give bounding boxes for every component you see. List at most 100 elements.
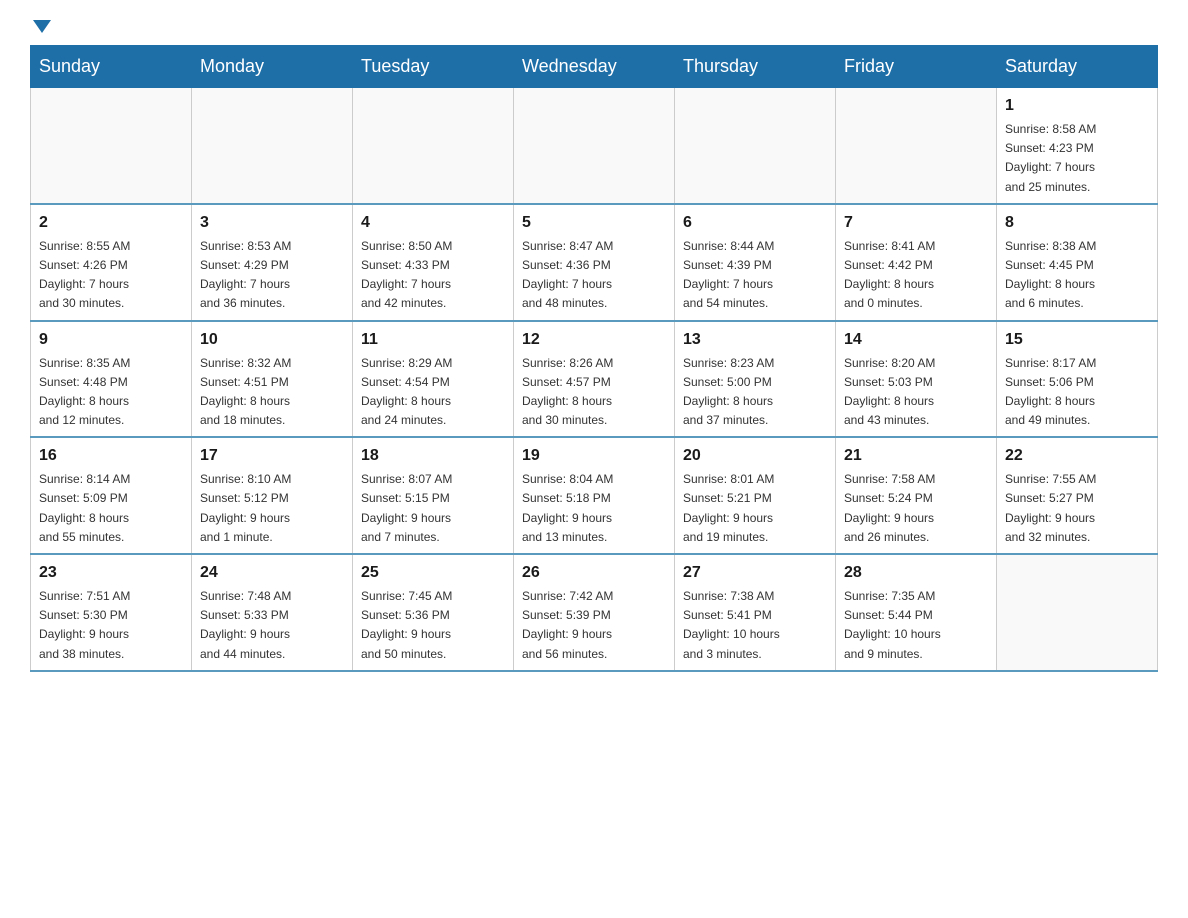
day-number: 7	[844, 211, 988, 235]
calendar-cell	[353, 88, 514, 204]
calendar-table: Sunday Monday Tuesday Wednesday Thursday…	[30, 45, 1158, 672]
header-monday: Monday	[192, 46, 353, 88]
logo	[30, 20, 51, 35]
day-info: Sunrise: 8:10 AM Sunset: 5:12 PM Dayligh…	[200, 470, 344, 547]
calendar-cell: 23Sunrise: 7:51 AM Sunset: 5:30 PM Dayli…	[31, 554, 192, 671]
day-number: 22	[1005, 444, 1149, 468]
calendar-cell	[836, 88, 997, 204]
day-number: 10	[200, 328, 344, 352]
calendar-cell: 19Sunrise: 8:04 AM Sunset: 5:18 PM Dayli…	[514, 437, 675, 554]
day-info: Sunrise: 8:01 AM Sunset: 5:21 PM Dayligh…	[683, 470, 827, 547]
calendar-cell	[997, 554, 1158, 671]
day-info: Sunrise: 8:53 AM Sunset: 4:29 PM Dayligh…	[200, 237, 344, 314]
day-info: Sunrise: 8:23 AM Sunset: 5:00 PM Dayligh…	[683, 354, 827, 431]
day-info: Sunrise: 8:32 AM Sunset: 4:51 PM Dayligh…	[200, 354, 344, 431]
day-number: 1	[1005, 94, 1149, 118]
calendar-cell: 1Sunrise: 8:58 AM Sunset: 4:23 PM Daylig…	[997, 88, 1158, 204]
calendar-cell: 15Sunrise: 8:17 AM Sunset: 5:06 PM Dayli…	[997, 321, 1158, 438]
day-info: Sunrise: 7:38 AM Sunset: 5:41 PM Dayligh…	[683, 587, 827, 664]
day-number: 6	[683, 211, 827, 235]
day-number: 3	[200, 211, 344, 235]
day-number: 4	[361, 211, 505, 235]
calendar-cell	[675, 88, 836, 204]
header-tuesday: Tuesday	[353, 46, 514, 88]
day-info: Sunrise: 8:14 AM Sunset: 5:09 PM Dayligh…	[39, 470, 183, 547]
logo-triangle-icon	[33, 20, 51, 33]
calendar-cell: 24Sunrise: 7:48 AM Sunset: 5:33 PM Dayli…	[192, 554, 353, 671]
header-wednesday: Wednesday	[514, 46, 675, 88]
calendar-cell: 6Sunrise: 8:44 AM Sunset: 4:39 PM Daylig…	[675, 204, 836, 321]
day-number: 28	[844, 561, 988, 585]
day-number: 18	[361, 444, 505, 468]
day-info: Sunrise: 8:55 AM Sunset: 4:26 PM Dayligh…	[39, 237, 183, 314]
calendar-cell: 13Sunrise: 8:23 AM Sunset: 5:00 PM Dayli…	[675, 321, 836, 438]
header-friday: Friday	[836, 46, 997, 88]
calendar-cell: 11Sunrise: 8:29 AM Sunset: 4:54 PM Dayli…	[353, 321, 514, 438]
calendar-week-row: 16Sunrise: 8:14 AM Sunset: 5:09 PM Dayli…	[31, 437, 1158, 554]
header-thursday: Thursday	[675, 46, 836, 88]
calendar-cell: 9Sunrise: 8:35 AM Sunset: 4:48 PM Daylig…	[31, 321, 192, 438]
day-number: 23	[39, 561, 183, 585]
day-info: Sunrise: 7:55 AM Sunset: 5:27 PM Dayligh…	[1005, 470, 1149, 547]
day-info: Sunrise: 8:47 AM Sunset: 4:36 PM Dayligh…	[522, 237, 666, 314]
calendar-cell: 14Sunrise: 8:20 AM Sunset: 5:03 PM Dayli…	[836, 321, 997, 438]
calendar-cell: 12Sunrise: 8:26 AM Sunset: 4:57 PM Dayli…	[514, 321, 675, 438]
calendar-cell: 20Sunrise: 8:01 AM Sunset: 5:21 PM Dayli…	[675, 437, 836, 554]
page-header	[30, 20, 1158, 35]
day-info: Sunrise: 8:07 AM Sunset: 5:15 PM Dayligh…	[361, 470, 505, 547]
day-number: 24	[200, 561, 344, 585]
calendar-week-row: 1Sunrise: 8:58 AM Sunset: 4:23 PM Daylig…	[31, 88, 1158, 204]
header-sunday: Sunday	[31, 46, 192, 88]
calendar-week-row: 2Sunrise: 8:55 AM Sunset: 4:26 PM Daylig…	[31, 204, 1158, 321]
calendar-cell: 22Sunrise: 7:55 AM Sunset: 5:27 PM Dayli…	[997, 437, 1158, 554]
day-number: 25	[361, 561, 505, 585]
day-info: Sunrise: 7:48 AM Sunset: 5:33 PM Dayligh…	[200, 587, 344, 664]
day-number: 21	[844, 444, 988, 468]
calendar-body: 1Sunrise: 8:58 AM Sunset: 4:23 PM Daylig…	[31, 88, 1158, 671]
day-number: 14	[844, 328, 988, 352]
calendar-cell: 8Sunrise: 8:38 AM Sunset: 4:45 PM Daylig…	[997, 204, 1158, 321]
calendar-cell: 18Sunrise: 8:07 AM Sunset: 5:15 PM Dayli…	[353, 437, 514, 554]
day-info: Sunrise: 8:04 AM Sunset: 5:18 PM Dayligh…	[522, 470, 666, 547]
day-info: Sunrise: 8:17 AM Sunset: 5:06 PM Dayligh…	[1005, 354, 1149, 431]
calendar-cell: 26Sunrise: 7:42 AM Sunset: 5:39 PM Dayli…	[514, 554, 675, 671]
day-number: 12	[522, 328, 666, 352]
calendar-cell	[31, 88, 192, 204]
day-number: 27	[683, 561, 827, 585]
day-info: Sunrise: 7:35 AM Sunset: 5:44 PM Dayligh…	[844, 587, 988, 664]
calendar-cell: 7Sunrise: 8:41 AM Sunset: 4:42 PM Daylig…	[836, 204, 997, 321]
logo-general-text	[30, 20, 51, 35]
day-number: 5	[522, 211, 666, 235]
day-info: Sunrise: 8:58 AM Sunset: 4:23 PM Dayligh…	[1005, 120, 1149, 197]
calendar-cell: 4Sunrise: 8:50 AM Sunset: 4:33 PM Daylig…	[353, 204, 514, 321]
day-info: Sunrise: 8:35 AM Sunset: 4:48 PM Dayligh…	[39, 354, 183, 431]
calendar-cell: 3Sunrise: 8:53 AM Sunset: 4:29 PM Daylig…	[192, 204, 353, 321]
calendar-cell: 10Sunrise: 8:32 AM Sunset: 4:51 PM Dayli…	[192, 321, 353, 438]
calendar-cell: 16Sunrise: 8:14 AM Sunset: 5:09 PM Dayli…	[31, 437, 192, 554]
day-number: 17	[200, 444, 344, 468]
day-number: 2	[39, 211, 183, 235]
day-info: Sunrise: 7:58 AM Sunset: 5:24 PM Dayligh…	[844, 470, 988, 547]
day-info: Sunrise: 8:38 AM Sunset: 4:45 PM Dayligh…	[1005, 237, 1149, 314]
day-info: Sunrise: 8:41 AM Sunset: 4:42 PM Dayligh…	[844, 237, 988, 314]
calendar-week-row: 9Sunrise: 8:35 AM Sunset: 4:48 PM Daylig…	[31, 321, 1158, 438]
day-info: Sunrise: 8:20 AM Sunset: 5:03 PM Dayligh…	[844, 354, 988, 431]
day-info: Sunrise: 8:50 AM Sunset: 4:33 PM Dayligh…	[361, 237, 505, 314]
header-saturday: Saturday	[997, 46, 1158, 88]
day-number: 11	[361, 328, 505, 352]
calendar-cell: 2Sunrise: 8:55 AM Sunset: 4:26 PM Daylig…	[31, 204, 192, 321]
day-number: 20	[683, 444, 827, 468]
day-number: 16	[39, 444, 183, 468]
day-info: Sunrise: 8:29 AM Sunset: 4:54 PM Dayligh…	[361, 354, 505, 431]
day-info: Sunrise: 7:45 AM Sunset: 5:36 PM Dayligh…	[361, 587, 505, 664]
calendar-header: Sunday Monday Tuesday Wednesday Thursday…	[31, 46, 1158, 88]
day-info: Sunrise: 7:42 AM Sunset: 5:39 PM Dayligh…	[522, 587, 666, 664]
calendar-cell: 17Sunrise: 8:10 AM Sunset: 5:12 PM Dayli…	[192, 437, 353, 554]
day-number: 8	[1005, 211, 1149, 235]
calendar-cell: 5Sunrise: 8:47 AM Sunset: 4:36 PM Daylig…	[514, 204, 675, 321]
day-number: 13	[683, 328, 827, 352]
calendar-week-row: 23Sunrise: 7:51 AM Sunset: 5:30 PM Dayli…	[31, 554, 1158, 671]
weekday-header-row: Sunday Monday Tuesday Wednesday Thursday…	[31, 46, 1158, 88]
calendar-cell: 27Sunrise: 7:38 AM Sunset: 5:41 PM Dayli…	[675, 554, 836, 671]
day-info: Sunrise: 8:44 AM Sunset: 4:39 PM Dayligh…	[683, 237, 827, 314]
